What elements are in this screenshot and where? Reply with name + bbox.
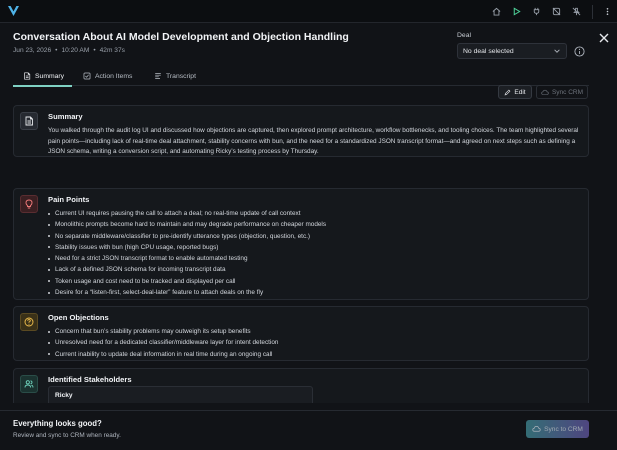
- tab-label: Transcript: [166, 72, 196, 80]
- question-icon: [20, 313, 38, 331]
- stakeholder-name: Ricky: [55, 392, 73, 399]
- checkbox-icon: [83, 72, 95, 80]
- list-item: Current inability to update deal informa…: [48, 349, 278, 360]
- document-icon: [20, 112, 38, 130]
- list-item: Concern that bun’s stability problems ma…: [48, 326, 278, 337]
- list-item: Current UI requires pausing the call to …: [48, 208, 326, 219]
- tab-transcript[interactable]: Transcript: [154, 66, 196, 86]
- tab-action-items[interactable]: Action Items: [83, 66, 132, 86]
- conversation-duration: 42m 37s: [99, 47, 125, 54]
- open-objections-list: Concern that bun’s stability problems ma…: [48, 326, 278, 360]
- meta-separator: •: [93, 47, 96, 54]
- document-icon: [23, 72, 35, 80]
- app-top-bar: [0, 0, 617, 23]
- tab-label: Action Items: [95, 72, 133, 80]
- footer-subtitle: Review and sync to CRM when ready.: [13, 432, 121, 439]
- app-logo-icon[interactable]: [6, 4, 20, 18]
- stakeholder-card: Ricky Domain expert / data provider: [48, 386, 313, 403]
- tab-bar: Summary Action Items Transcript: [13, 66, 589, 87]
- conversation-date: Jun 23, 2026: [13, 47, 52, 54]
- chevron-down-icon: [553, 47, 561, 57]
- footer-bar: Everything looks good? Review and sync t…: [0, 410, 617, 450]
- sync-to-crm-button[interactable]: Sync to CRM: [526, 420, 589, 438]
- transcript-icon: [154, 72, 166, 80]
- list-item: Need for a strict JSON transcript format…: [48, 253, 326, 264]
- summary-card: Summary You walked through the audit log…: [13, 105, 589, 157]
- sync-to-crm-button-label: Sync to CRM: [544, 425, 583, 433]
- tab-summary[interactable]: Summary: [13, 66, 72, 87]
- stakeholders-title: Identified Stakeholders: [48, 375, 132, 384]
- sync-crm-button-label: Sync CRM: [551, 88, 584, 96]
- pencil-icon: [504, 89, 514, 96]
- active-tab-indicator: [13, 85, 72, 87]
- top-toolbar: [486, 0, 617, 23]
- edit-button[interactable]: Edit: [498, 85, 532, 99]
- pain-points-list: Current UI requires pausing the call to …: [48, 208, 326, 298]
- tab-label: Summary: [35, 72, 65, 80]
- list-item: Stability issues with bun (high CPU usag…: [48, 242, 326, 253]
- sync-crm-button[interactable]: Sync CRM: [536, 85, 588, 99]
- edit-button-label: Edit: [514, 88, 526, 96]
- play-icon[interactable]: [507, 2, 526, 21]
- meta-separator: •: [55, 47, 58, 54]
- footer-title: Everything looks good?: [13, 419, 102, 428]
- list-item: Lack of a defined JSON schema for incomi…: [48, 264, 326, 275]
- deal-label: Deal: [457, 32, 471, 39]
- list-item: Unresolved need for a dedicated classifi…: [48, 337, 278, 348]
- cloud-sync-icon: [541, 89, 552, 96]
- toolbar-divider: [592, 4, 593, 19]
- conversation-meta: Jun 23, 2026 • 10:20 AM • 42m 37s: [13, 47, 125, 54]
- hide-icon[interactable]: [547, 2, 566, 21]
- page-title: Conversation About AI Model Development …: [13, 31, 349, 43]
- info-icon[interactable]: [574, 46, 585, 57]
- open-objections-card: Open Objections Concern that bun’s stabi…: [13, 306, 589, 361]
- deal-select-value: No deal selected: [463, 47, 514, 55]
- close-icon[interactable]: [598, 32, 610, 44]
- summary-text: You walked through the audit log UI and …: [48, 127, 579, 156]
- pain-points-title: Pain Points: [48, 195, 90, 204]
- more-menu-icon[interactable]: [598, 2, 617, 21]
- cloud-sync-icon: [532, 425, 544, 433]
- summary-content[interactable]: Summary You walked through the audit log…: [13, 105, 589, 403]
- list-item: Monolithic prompts become hard to mainta…: [48, 219, 326, 230]
- deal-select[interactable]: No deal selected: [457, 43, 567, 59]
- stakeholders-card: Identified Stakeholders Ricky Domain exp…: [13, 368, 589, 403]
- list-item: No separate middleware/classifier to pre…: [48, 231, 326, 242]
- conversation-time: 10:20 AM: [61, 47, 90, 54]
- plug-icon[interactable]: [527, 2, 546, 21]
- unpin-icon[interactable]: [567, 2, 586, 21]
- summary-title: Summary: [48, 112, 83, 121]
- users-icon: [20, 375, 38, 393]
- pain-points-card: Pain Points Current UI requires pausing …: [13, 188, 589, 300]
- lightbulb-icon: [20, 195, 38, 213]
- list-item: Token usage and cost need to be tracked …: [48, 276, 326, 287]
- list-item: Desire for a “listen-first, select-deal-…: [48, 287, 326, 298]
- open-objections-title: Open Objections: [48, 313, 109, 322]
- conversation-detail-panel: Conversation About AI Model Development …: [0, 23, 617, 450]
- home-icon[interactable]: [487, 2, 506, 21]
